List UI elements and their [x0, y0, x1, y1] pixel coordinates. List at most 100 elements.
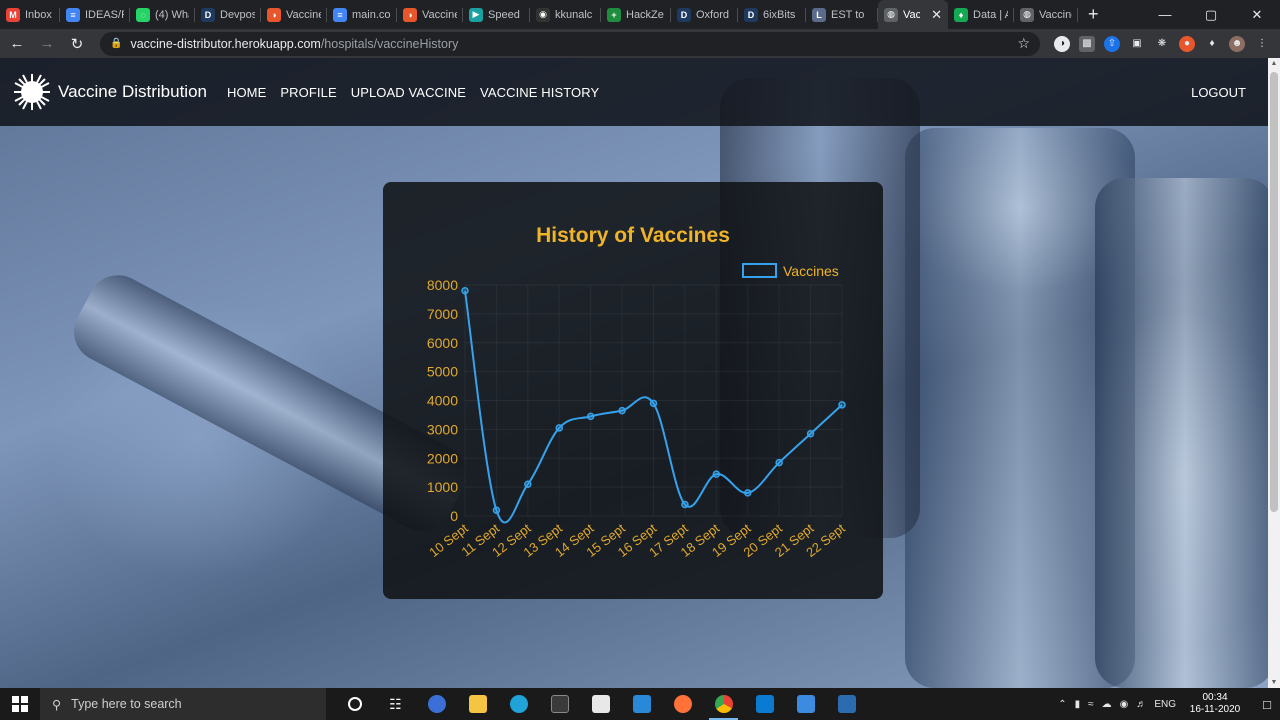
nav-upload-vaccine-link[interactable]: UPLOAD VACCINE [351, 85, 466, 100]
data-point[interactable] [649, 399, 658, 408]
firefox-icon[interactable] [662, 688, 703, 720]
extension-icon[interactable]: ▩ [1079, 35, 1095, 52]
tab-title: HackZe [626, 8, 664, 21]
clock[interactable]: 00:34 16-11-2020 [1184, 692, 1246, 716]
tab-title: Vaccine [286, 8, 321, 21]
volume-icon[interactable]: ♬ [1136, 699, 1146, 710]
logout-link[interactable]: LOGOUT [1191, 85, 1246, 100]
language-indicator[interactable]: ENG [1154, 699, 1176, 710]
task-view-icon[interactable]: ☷ [375, 688, 416, 720]
puzzle-icon[interactable]: ♦ [1204, 36, 1220, 52]
avatar[interactable]: ☻ [1229, 35, 1245, 52]
tab-favicon-icon: ≡ [66, 7, 80, 22]
scroll-down-arrow-icon[interactable]: ▼ [1270, 679, 1278, 686]
browser-tab[interactable]: D Oxford [671, 0, 738, 29]
close-window-icon[interactable]: ✕ [1234, 0, 1280, 29]
wifi-icon[interactable]: ≈ [1088, 699, 1094, 710]
data-point[interactable] [744, 489, 752, 497]
cloud-icon[interactable]: ☁ [1102, 699, 1112, 710]
data-point[interactable] [524, 480, 532, 488]
browser-tab[interactable]: L EST to [806, 0, 878, 29]
chevron-up-icon[interactable]: ⌃ [1058, 699, 1066, 710]
browser-tab[interactable]: ◉ kkunalc [530, 0, 601, 29]
data-point[interactable] [461, 287, 469, 295]
tab-title: kkunalc [555, 8, 593, 21]
extension-icon[interactable]: ● [1179, 35, 1195, 52]
tab-favicon-icon: D [744, 7, 758, 22]
browser-tab[interactable]: D Devpos [195, 0, 261, 29]
nav-home-link[interactable]: HOME [227, 85, 266, 100]
reload-icon[interactable]: ↻ [64, 31, 90, 57]
url-path: /hospitals/vaccineHistory [320, 36, 459, 51]
app-icon[interactable] [416, 688, 457, 720]
browser-tab[interactable]: ◑ Vaccine [397, 0, 463, 29]
tab-favicon-icon: L [812, 7, 826, 22]
data-point[interactable] [775, 458, 783, 467]
cortana-icon[interactable] [334, 688, 375, 720]
app-tray-icon[interactable]: ◉ [1120, 699, 1129, 710]
data-point[interactable] [492, 506, 501, 514]
scrollbar-thumb[interactable] [1270, 72, 1278, 512]
browser-tab[interactable]: ◑ Vaccine [261, 0, 327, 29]
file-explorer-icon[interactable] [457, 688, 498, 720]
data-point[interactable] [806, 429, 815, 438]
data-point[interactable] [586, 412, 595, 421]
tab-close-icon[interactable]: ✕ [931, 7, 942, 23]
menu-dots-icon[interactable]: ⋮ [1254, 36, 1270, 52]
browser-tab[interactable]: ▶ Speed [463, 0, 530, 29]
brand[interactable]: Vaccine Distribution [12, 72, 207, 112]
address-bar[interactable]: 🔒 vaccine-distributor.herokuapp.com/hosp… [100, 31, 1040, 56]
data-point[interactable] [618, 406, 626, 415]
store-icon[interactable] [580, 688, 621, 720]
new-tab-button[interactable]: + [1088, 4, 1099, 25]
extension-icon[interactable]: ◑ [1054, 35, 1070, 52]
forward-arrow-icon[interactable]: → [34, 31, 60, 57]
browser-tab[interactable]: M Inbox (2 [0, 0, 60, 29]
tab-title: Speed [488, 8, 520, 21]
nav-vaccine-history-link[interactable]: VACCINE HISTORY [480, 85, 599, 100]
tab-title: Vaccine [422, 8, 457, 21]
data-point[interactable] [681, 500, 689, 509]
data-point[interactable] [555, 424, 563, 432]
mail-icon[interactable] [621, 688, 662, 720]
vscode-icon[interactable] [744, 688, 785, 720]
extension-icon[interactable]: ⇧ [1104, 35, 1120, 52]
windows-taskbar: ⚲ Type here to search ☷ ⌃ ▮ ≈ ☁ ◉ ♬ ENG … [0, 688, 1280, 720]
legend[interactable]: Vaccines [742, 263, 839, 279]
maximize-icon[interactable]: ▢ [1188, 0, 1234, 29]
video-editor-icon[interactable] [826, 688, 867, 720]
scroll-up-arrow-icon[interactable]: ▲ [1270, 60, 1278, 67]
clock-date: 16-11-2020 [1189, 704, 1241, 715]
browser-tab[interactable]: D 6ixBits [738, 0, 806, 29]
nav-profile-link[interactable]: PROFILE [280, 85, 336, 100]
tab-favicon-icon: D [201, 7, 215, 22]
data-point[interactable] [838, 401, 846, 409]
tab-favicon-icon: + [607, 7, 621, 22]
browser-tab[interactable]: ◍ Vaccine [1014, 0, 1078, 29]
notification-icon[interactable]: □ [1254, 688, 1280, 720]
edge-icon[interactable] [498, 688, 539, 720]
browser-tab[interactable]: ◍ Vac ✕ [878, 0, 948, 29]
x-axis-ticks: 10 Sept11 Sept12 Sept13 Sept14 Sept15 Se… [426, 520, 848, 560]
data-point[interactable] [712, 470, 721, 478]
photos-icon[interactable] [785, 688, 826, 720]
back-arrow-icon[interactable]: ← [4, 31, 30, 57]
bookmark-star-icon[interactable]: ☆ [1017, 35, 1030, 52]
browser-tab[interactable]: ◌ (4) Wha [130, 0, 195, 29]
chrome-icon[interactable] [703, 688, 744, 720]
notion-icon[interactable] [539, 688, 580, 720]
settings-extension-icon[interactable]: ❋ [1154, 36, 1170, 52]
battery-icon[interactable]: ▮ [1075, 699, 1081, 710]
taskbar-search-box[interactable]: ⚲ Type here to search [40, 688, 326, 720]
browser-tab[interactable]: ≡ IDEAS/F [60, 0, 130, 29]
browser-tab[interactable]: ♦ Data | A [948, 0, 1014, 29]
camera-icon[interactable]: ▣ [1129, 36, 1145, 52]
browser-tab[interactable]: + HackZe [601, 0, 671, 29]
chart-title: History of Vaccines [536, 224, 730, 247]
browser-tab[interactable]: ≡ main.co [327, 0, 397, 29]
minimize-icon[interactable]: — [1142, 0, 1188, 29]
windows-start-icon[interactable] [0, 688, 40, 720]
browser-toolbar: ← → ↻ 🔒 vaccine-distributor.herokuapp.co… [0, 29, 1280, 58]
page-scrollbar[interactable]: ▲ ▼ [1268, 58, 1280, 688]
brand-name: Vaccine Distribution [58, 82, 207, 101]
